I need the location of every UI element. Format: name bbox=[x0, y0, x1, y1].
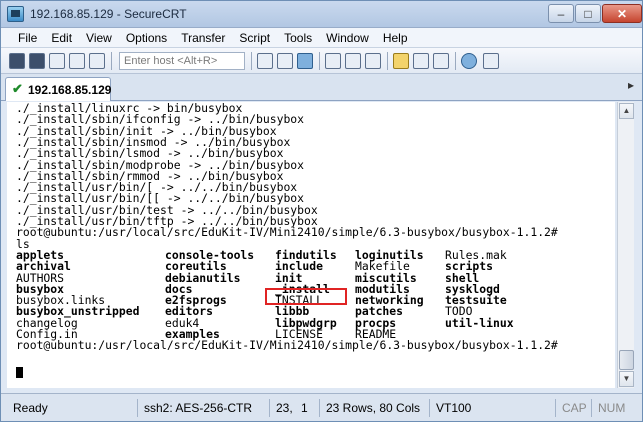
help-icon[interactable] bbox=[461, 53, 477, 69]
terminal-prompt-final: root@ubuntu:/usr/local/src/EduKit-IV/Min… bbox=[16, 338, 558, 353]
session-tab-label: 192.168.85.129 bbox=[28, 83, 112, 97]
menu-options[interactable]: Options bbox=[119, 28, 174, 48]
disconnect-icon[interactable] bbox=[89, 53, 105, 69]
toolbar-separator bbox=[319, 52, 320, 70]
status-bar: Ready ssh2: AES-256-CTR 23, 1 23 Rows, 8… bbox=[1, 393, 642, 421]
menu-window[interactable]: Window bbox=[319, 28, 376, 48]
maximize-button[interactable]: □ bbox=[575, 4, 601, 23]
print-selection-icon[interactable] bbox=[365, 53, 381, 69]
ls-entry: util-linux bbox=[445, 315, 514, 330]
terminal-output[interactable]: ./_install/linuxrc -> bin/busybox ./_inst… bbox=[7, 102, 615, 388]
status-num: NUM bbox=[591, 399, 635, 417]
connected-check-icon: ✔ bbox=[12, 81, 23, 96]
key-map-icon[interactable] bbox=[433, 53, 449, 69]
menu-script[interactable]: Script bbox=[232, 28, 277, 48]
reconnect-icon[interactable] bbox=[69, 53, 85, 69]
scroll-up-icon[interactable]: ▲ bbox=[619, 103, 634, 119]
toolbar-separator bbox=[251, 52, 252, 70]
copy-icon[interactable] bbox=[257, 53, 273, 69]
status-size: 23 Rows, 80 Cols bbox=[319, 399, 423, 417]
status-ready: Ready bbox=[13, 401, 48, 415]
status-cipher: ssh2: AES-256-CTR bbox=[137, 399, 263, 417]
session-tab-strip: ✔ 192.168.85.129 ▸ bbox=[1, 74, 642, 101]
toolbar-separator bbox=[387, 52, 388, 70]
toolbar-separator bbox=[455, 52, 456, 70]
tab-scroll-arrow-icon[interactable]: ▸ bbox=[628, 78, 634, 92]
menu-view[interactable]: View bbox=[79, 28, 119, 48]
find-icon[interactable] bbox=[297, 53, 313, 69]
securecrt-app-icon[interactable] bbox=[7, 6, 24, 22]
minimize-button[interactable]: – bbox=[548, 4, 574, 23]
status-col: 1 bbox=[301, 401, 308, 415]
print-icon[interactable] bbox=[345, 53, 361, 69]
session-tab[interactable]: ✔ 192.168.85.129 bbox=[5, 77, 111, 101]
toolbar-separator bbox=[111, 52, 112, 70]
status-row: 23, bbox=[269, 399, 299, 417]
connect-tab-icon[interactable] bbox=[49, 53, 65, 69]
toolbar: Enter host <Alt+R> bbox=[1, 48, 642, 74]
menu-bar: File Edit View Options Transfer Script T… bbox=[1, 28, 642, 48]
menu-transfer[interactable]: Transfer bbox=[174, 28, 232, 48]
close-button[interactable]: ✕ bbox=[602, 4, 642, 23]
scroll-down-icon[interactable]: ▼ bbox=[619, 371, 634, 387]
scroll-thumb[interactable] bbox=[619, 350, 634, 370]
window-title: 192.168.85.129 - SecureCRT bbox=[30, 7, 187, 21]
status-emulation: VT100 bbox=[429, 399, 549, 417]
securecrt-window: 192.168.85.129 - SecureCRT – □ ✕ File Ed… bbox=[0, 0, 643, 422]
host-input[interactable]: Enter host <Alt+R> bbox=[119, 52, 245, 70]
connect-icon[interactable] bbox=[9, 53, 25, 69]
paste-icon[interactable] bbox=[277, 53, 293, 69]
terminal-cursor bbox=[16, 367, 23, 378]
status-caps: CAP bbox=[555, 399, 589, 417]
menu-file[interactable]: File bbox=[11, 28, 44, 48]
sftp-icon[interactable] bbox=[393, 53, 409, 69]
global-options-icon[interactable] bbox=[413, 53, 429, 69]
quick-connect-icon[interactable] bbox=[29, 53, 45, 69]
menu-help[interactable]: Help bbox=[376, 28, 415, 48]
install-highlight-box bbox=[265, 288, 347, 305]
menu-edit[interactable]: Edit bbox=[44, 28, 79, 48]
about-icon[interactable] bbox=[483, 53, 499, 69]
terminal-scrollbar[interactable]: ▲ ▼ bbox=[617, 102, 634, 388]
terminal-prompt: root@ubuntu:/usr/local/src/EduKit-IV/Min… bbox=[16, 225, 558, 240]
session-options-icon[interactable] bbox=[325, 53, 341, 69]
title-bar: 192.168.85.129 - SecureCRT – □ ✕ bbox=[1, 1, 642, 28]
menu-tools[interactable]: Tools bbox=[277, 28, 319, 48]
